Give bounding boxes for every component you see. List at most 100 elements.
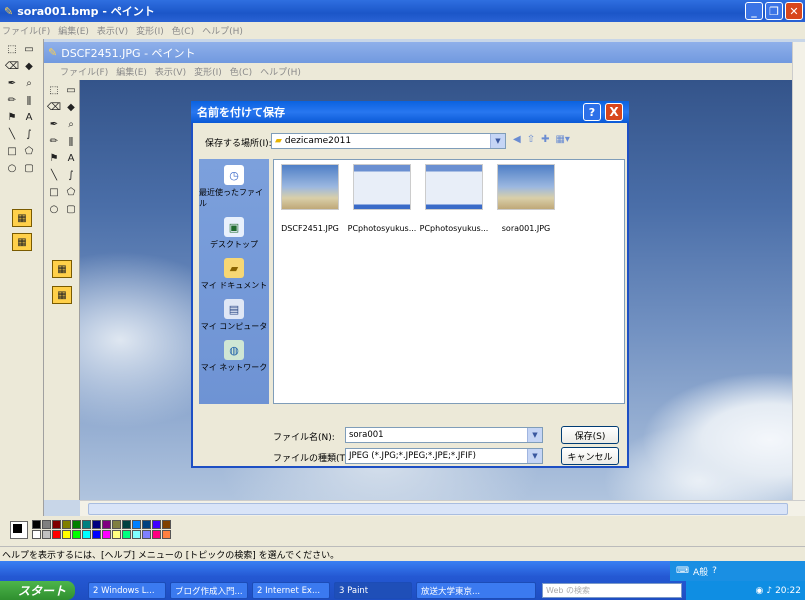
place-recent[interactable]: ◷ 最近使ったファイル	[199, 165, 269, 209]
inner-polygon-icon[interactable]: ⬠	[63, 184, 79, 200]
web-search-input[interactable]: Web の検索	[542, 583, 682, 598]
inner-pencil-icon[interactable]: ✏	[46, 133, 62, 149]
menu-colors[interactable]: 色(C)	[172, 24, 194, 37]
inner-curve-icon[interactable]: ∫	[63, 167, 79, 183]
horizontal-scrollbar[interactable]	[80, 500, 805, 516]
chevron-down-icon[interactable]: ▼	[527, 449, 542, 463]
swatch[interactable]	[152, 520, 161, 529]
rounded-rect-icon[interactable]: ▢	[21, 160, 37, 176]
picker-icon[interactable]: ✒	[4, 75, 20, 91]
swatch[interactable]	[82, 530, 91, 539]
close-button[interactable]: ✕	[785, 2, 803, 20]
swatch[interactable]	[152, 530, 161, 539]
minimize-button[interactable]: _	[745, 2, 763, 20]
swatch[interactable]	[62, 520, 71, 529]
view-menu-icon[interactable]: ▦▾	[555, 134, 569, 145]
menu-help[interactable]: ヘルプ(H)	[202, 24, 243, 37]
ellipse-icon[interactable]: ○	[4, 160, 20, 176]
swatch[interactable]	[92, 520, 101, 529]
swatch[interactable]	[32, 520, 41, 529]
menu-edit[interactable]: 編集(E)	[58, 24, 89, 37]
menu-view[interactable]: 表示(V)	[97, 24, 128, 37]
maximize-button[interactable]: ❐	[765, 2, 783, 20]
task-folder[interactable]: 放送大学東京...	[416, 582, 536, 599]
menu-file[interactable]: ファイル(F)	[2, 24, 50, 37]
file-item[interactable]: PCphotosyukus...	[420, 164, 488, 233]
swatch[interactable]	[52, 530, 61, 539]
swatch[interactable]	[162, 520, 171, 529]
swatch[interactable]	[112, 520, 121, 529]
volume-icon[interactable]: ♪	[766, 586, 772, 596]
save-in-dropdown[interactable]: ▰ dezicame2011 ▼	[271, 133, 506, 149]
inner-text-icon[interactable]: A	[63, 150, 79, 166]
line-icon[interactable]: ╲	[4, 126, 20, 142]
swatch[interactable]	[142, 530, 151, 539]
place-my-network[interactable]: ◍ マイ ネットワーク	[199, 340, 269, 373]
swatch[interactable]	[132, 520, 141, 529]
swatch[interactable]	[42, 520, 51, 529]
free-select-icon[interactable]: ⬚	[4, 41, 20, 57]
back-icon[interactable]: ◀	[513, 134, 521, 145]
inner-menu-colors[interactable]: 色(C)	[230, 65, 252, 78]
rectangle-icon[interactable]: □	[4, 143, 20, 159]
inner-select-icon[interactable]: ▭	[63, 82, 79, 98]
inner-fill-icon[interactable]: ◆	[63, 99, 79, 115]
file-item[interactable]: sora001.JPG	[494, 164, 558, 233]
inner-rectangle-icon[interactable]: □	[46, 184, 62, 200]
clock[interactable]: 20:22	[775, 586, 801, 596]
place-my-computer[interactable]: ▤ マイ コンピュータ	[199, 299, 269, 332]
swatch[interactable]	[112, 530, 121, 539]
inner-menu-file[interactable]: ファイル(F)	[60, 65, 108, 78]
horizontal-scroll-thumb[interactable]	[88, 503, 788, 515]
pencil-icon[interactable]: ✏	[4, 92, 20, 108]
place-desktop[interactable]: ▣ デスクトップ	[199, 217, 269, 250]
option-icon-2[interactable]: ▦	[12, 233, 32, 251]
inner-brush-icon[interactable]: ǁ	[63, 133, 79, 149]
eraser-icon[interactable]: ⌫	[4, 58, 20, 74]
polygon-icon[interactable]: ⬠	[21, 143, 37, 159]
fill-icon[interactable]: ◆	[21, 58, 37, 74]
inner-option-icon-2[interactable]: ▦	[52, 286, 72, 304]
inner-menu-help[interactable]: ヘルプ(H)	[260, 65, 301, 78]
ime-icon[interactable]: A般	[693, 565, 708, 578]
swatch[interactable]	[122, 530, 131, 539]
swatch[interactable]	[102, 530, 111, 539]
vertical-scrollbar[interactable]	[792, 42, 805, 516]
inner-menu-edit[interactable]: 編集(E)	[116, 65, 147, 78]
up-folder-icon[interactable]: ⇧	[527, 134, 535, 145]
inner-airbrush-icon[interactable]: ⚑	[46, 150, 62, 166]
swatch[interactable]	[92, 530, 101, 539]
swatch[interactable]	[102, 520, 111, 529]
inner-option-icon-1[interactable]: ▦	[52, 260, 72, 278]
magnifier-icon[interactable]: ⌕	[21, 75, 37, 91]
chevron-down-icon[interactable]: ▼	[527, 428, 542, 442]
inner-rounded-rect-icon[interactable]: ▢	[63, 201, 79, 217]
swatch[interactable]	[62, 530, 71, 539]
swatch[interactable]	[132, 530, 141, 539]
swatch[interactable]	[42, 530, 51, 539]
inner-menu-view[interactable]: 表示(V)	[155, 65, 186, 78]
color-swatches[interactable]	[32, 520, 171, 539]
option-icon-1[interactable]: ▦	[12, 209, 32, 227]
filetype-select[interactable]: JPEG (*.JPG;*.JPEG;*.JPE;*.JFIF) ▼	[345, 448, 543, 464]
inner-free-select-icon[interactable]: ⬚	[46, 82, 62, 98]
file-list[interactable]: DSCF2451.JPG PCphotosyukus... PCphotosyu…	[273, 159, 625, 404]
save-button[interactable]: 保存(S)	[561, 426, 619, 444]
task-blog[interactable]: ブログ作成入門...	[170, 582, 248, 599]
swatch[interactable]	[72, 520, 81, 529]
dialog-help-button[interactable]: ?	[583, 103, 601, 121]
brush-icon[interactable]: ǁ	[21, 92, 37, 108]
select-icon[interactable]: ▭	[21, 41, 37, 57]
curve-icon[interactable]: ∫	[21, 126, 37, 142]
swatch[interactable]	[32, 530, 41, 539]
network-icon[interactable]: ◉	[755, 586, 763, 596]
new-folder-icon[interactable]: ✚	[541, 134, 549, 145]
inner-ellipse-icon[interactable]: ○	[46, 201, 62, 217]
swatch[interactable]	[72, 530, 81, 539]
swatch[interactable]	[122, 520, 131, 529]
task-internet-explorer[interactable]: 2 Internet Ex...	[252, 582, 330, 599]
swatch[interactable]	[52, 520, 61, 529]
cancel-button[interactable]: キャンセル	[561, 447, 619, 465]
file-item[interactable]: PCphotosyukus...	[348, 164, 416, 233]
start-button[interactable]: スタート	[0, 581, 75, 600]
